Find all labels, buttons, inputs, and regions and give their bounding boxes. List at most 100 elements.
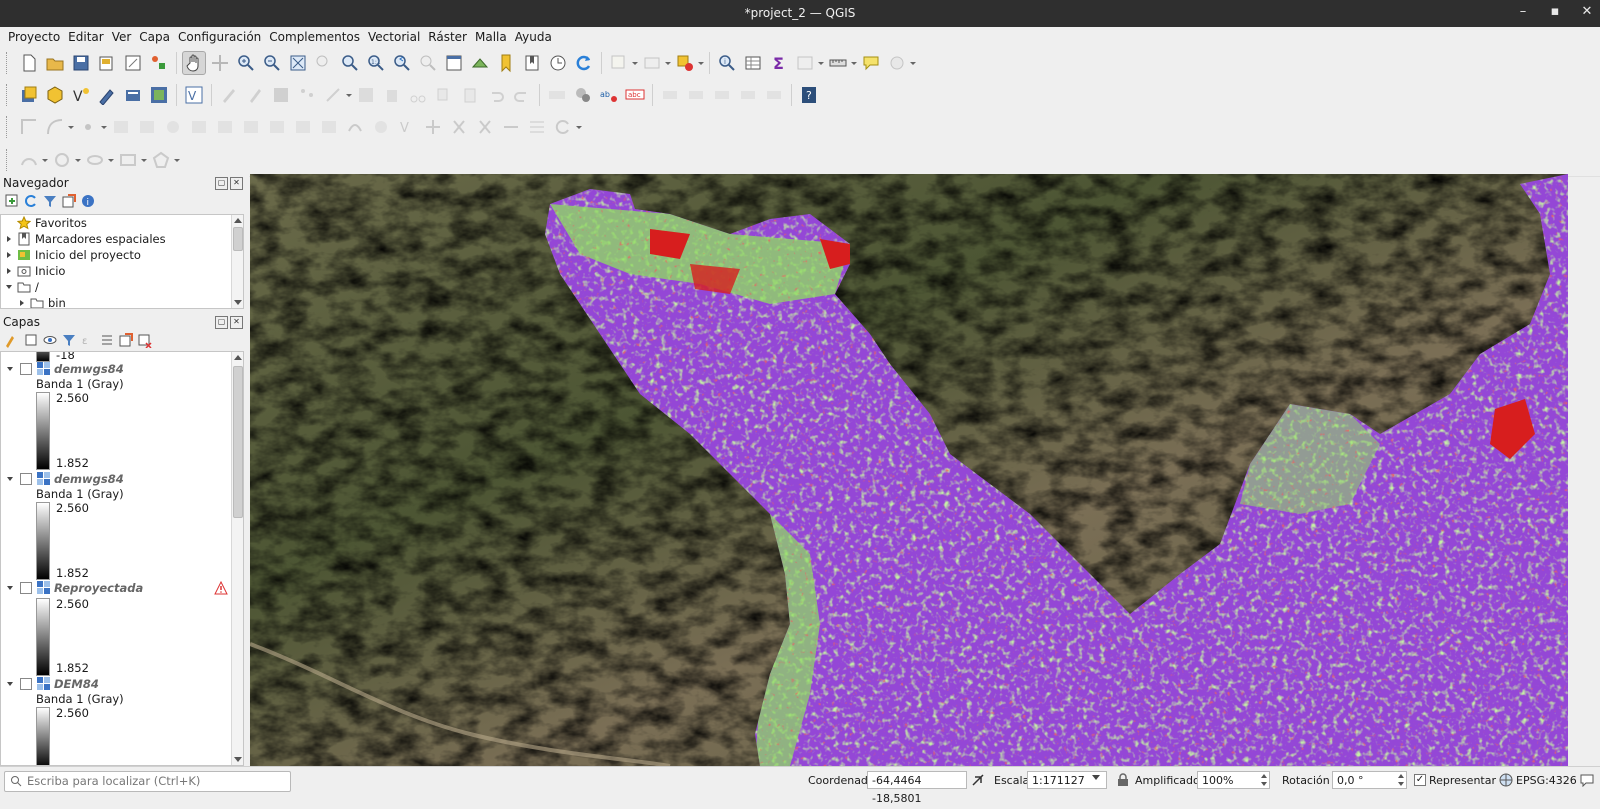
merge-features-icon[interactable] bbox=[343, 115, 367, 139]
vector-tool-icon[interactable]: V bbox=[182, 83, 206, 107]
layer-visibility-checkbox[interactable] bbox=[20, 582, 32, 594]
curve-tool-icon[interactable] bbox=[43, 115, 67, 139]
zoom-to-selection-icon[interactable] bbox=[312, 51, 336, 75]
locator-bar[interactable]: Escriba para localizar (Ctrl+K) bbox=[4, 771, 291, 792]
toolbar-grip[interactable] bbox=[6, 148, 10, 171]
polygon-tool-icon[interactable] bbox=[149, 148, 173, 172]
float-panel-icon[interactable]: ▢ bbox=[215, 177, 228, 190]
add-part-icon[interactable] bbox=[135, 115, 159, 139]
show-bookmarks-icon[interactable] bbox=[520, 51, 544, 75]
table-dropdown[interactable] bbox=[818, 51, 825, 75]
refresh-icon[interactable] bbox=[572, 51, 596, 75]
measure-dropdown[interactable] bbox=[851, 51, 858, 75]
properties-icon[interactable]: i bbox=[80, 193, 96, 209]
copy-features-icon[interactable] bbox=[432, 83, 456, 107]
new-3d-map-icon[interactable] bbox=[468, 51, 492, 75]
point-tool-icon[interactable] bbox=[76, 115, 100, 139]
maximize-icon[interactable]: ▪ bbox=[1548, 4, 1562, 19]
virtual-layer-icon[interactable] bbox=[147, 83, 171, 107]
close-panel-icon[interactable]: ✕ bbox=[230, 316, 243, 329]
circle-dropdown[interactable] bbox=[75, 148, 82, 172]
menu-editar[interactable]: Editar bbox=[64, 28, 108, 46]
delete-selected-icon[interactable] bbox=[380, 83, 404, 107]
measure-line-icon[interactable] bbox=[826, 51, 850, 75]
rotate-point-icon[interactable]: V bbox=[395, 115, 419, 139]
float-panel-icon[interactable]: ▢ bbox=[215, 316, 228, 329]
warning-icon[interactable] bbox=[214, 581, 228, 595]
fill-ring-icon[interactable] bbox=[161, 115, 185, 139]
rotate-dropdown[interactable] bbox=[576, 115, 583, 139]
layer-item[interactable]: DEM84 bbox=[1, 676, 231, 692]
delete-ring-icon[interactable] bbox=[187, 115, 211, 139]
save-project-icon[interactable] bbox=[69, 51, 93, 75]
point-dropdown[interactable] bbox=[101, 115, 108, 139]
split-features-icon[interactable] bbox=[291, 115, 315, 139]
deselect-dropdown[interactable] bbox=[698, 51, 705, 75]
undo-icon[interactable] bbox=[484, 83, 508, 107]
split-parts-icon[interactable] bbox=[317, 115, 341, 139]
expand-all-icon[interactable] bbox=[99, 332, 115, 348]
circular-string-icon[interactable] bbox=[17, 148, 41, 172]
magnifier-spinner[interactable] bbox=[1260, 771, 1269, 789]
menu-complementos[interactable]: Complementos bbox=[265, 28, 364, 46]
collapse-arrow-icon[interactable] bbox=[7, 682, 13, 686]
layout-manager-icon[interactable] bbox=[121, 51, 145, 75]
paste-features-icon[interactable] bbox=[458, 83, 482, 107]
pin-labels-icon[interactable]: ab bbox=[597, 83, 621, 107]
manage-visibility-icon[interactable] bbox=[42, 332, 58, 348]
save-edits-icon[interactable] bbox=[269, 83, 293, 107]
layer-item[interactable]: demwgs84 bbox=[1, 471, 231, 487]
zoom-to-layer-icon[interactable] bbox=[338, 51, 362, 75]
layer-visibility-checkbox[interactable] bbox=[20, 363, 32, 375]
trim-icon[interactable] bbox=[473, 115, 497, 139]
current-edits-icon[interactable] bbox=[217, 83, 241, 107]
pan-to-selection-icon[interactable] bbox=[208, 51, 232, 75]
filter-icon[interactable] bbox=[42, 193, 58, 209]
cut-features-icon[interactable] bbox=[406, 83, 430, 107]
digitize-icon[interactable] bbox=[95, 83, 119, 107]
close-icon[interactable]: ✕ bbox=[1580, 4, 1594, 19]
menu-capa[interactable]: Capa bbox=[135, 28, 174, 46]
add-selected-layers-icon[interactable] bbox=[4, 193, 20, 209]
zoom-last-icon[interactable] bbox=[390, 51, 414, 75]
menu-vectorial[interactable]: Vectorial bbox=[364, 28, 424, 46]
label-toolbar-icon[interactable] bbox=[545, 83, 569, 107]
new-shapefile-icon[interactable]: V bbox=[69, 83, 93, 107]
redo-icon[interactable] bbox=[510, 83, 534, 107]
rotation-spinner[interactable] bbox=[1397, 771, 1406, 789]
rectangle-dropdown[interactable] bbox=[141, 148, 148, 172]
toggle-extents-icon[interactable] bbox=[971, 773, 985, 787]
pan-map-icon[interactable] bbox=[182, 50, 206, 75]
filter-legend-icon[interactable] bbox=[61, 332, 77, 348]
add-group-icon[interactable] bbox=[23, 332, 39, 348]
highlight-labels-icon[interactable]: abc bbox=[623, 83, 647, 107]
actions-icon[interactable] bbox=[885, 51, 909, 75]
rectangle-tool-icon[interactable] bbox=[116, 148, 140, 172]
layer-visibility-checkbox[interactable] bbox=[20, 473, 32, 485]
toolbar-grip[interactable] bbox=[6, 115, 10, 138]
new-map-view-icon[interactable] bbox=[442, 51, 466, 75]
lock-scale-icon[interactable] bbox=[1117, 773, 1129, 787]
new-geopackage-icon[interactable] bbox=[43, 83, 67, 107]
modify-attributes-icon[interactable] bbox=[354, 83, 378, 107]
collapse-all-icon[interactable] bbox=[61, 193, 77, 209]
polygon-dropdown[interactable] bbox=[174, 148, 181, 172]
navigator-scrollbar[interactable] bbox=[231, 215, 243, 308]
reverse-line-icon[interactable] bbox=[499, 115, 523, 139]
align-icon[interactable] bbox=[525, 115, 549, 139]
new-bookmark-icon[interactable] bbox=[494, 51, 518, 75]
minimize-icon[interactable]: – bbox=[1516, 4, 1530, 19]
layer-item[interactable]: demwgs84 bbox=[1, 361, 231, 377]
label-tool-1-icon[interactable] bbox=[658, 83, 682, 107]
style-manager-icon[interactable] bbox=[147, 51, 171, 75]
menu-ver[interactable]: Ver bbox=[108, 28, 136, 46]
label-tool-4-icon[interactable] bbox=[736, 83, 760, 107]
deselect-all-icon[interactable] bbox=[673, 51, 697, 75]
simplify-icon[interactable] bbox=[421, 115, 445, 139]
delete-part-icon[interactable] bbox=[213, 115, 237, 139]
collapse-arrow-icon[interactable] bbox=[7, 477, 13, 481]
select-features-icon[interactable] bbox=[607, 51, 631, 75]
label-tool-5-icon[interactable] bbox=[762, 83, 786, 107]
remove-layer-icon[interactable] bbox=[137, 332, 153, 348]
open-table-icon[interactable] bbox=[793, 51, 817, 75]
